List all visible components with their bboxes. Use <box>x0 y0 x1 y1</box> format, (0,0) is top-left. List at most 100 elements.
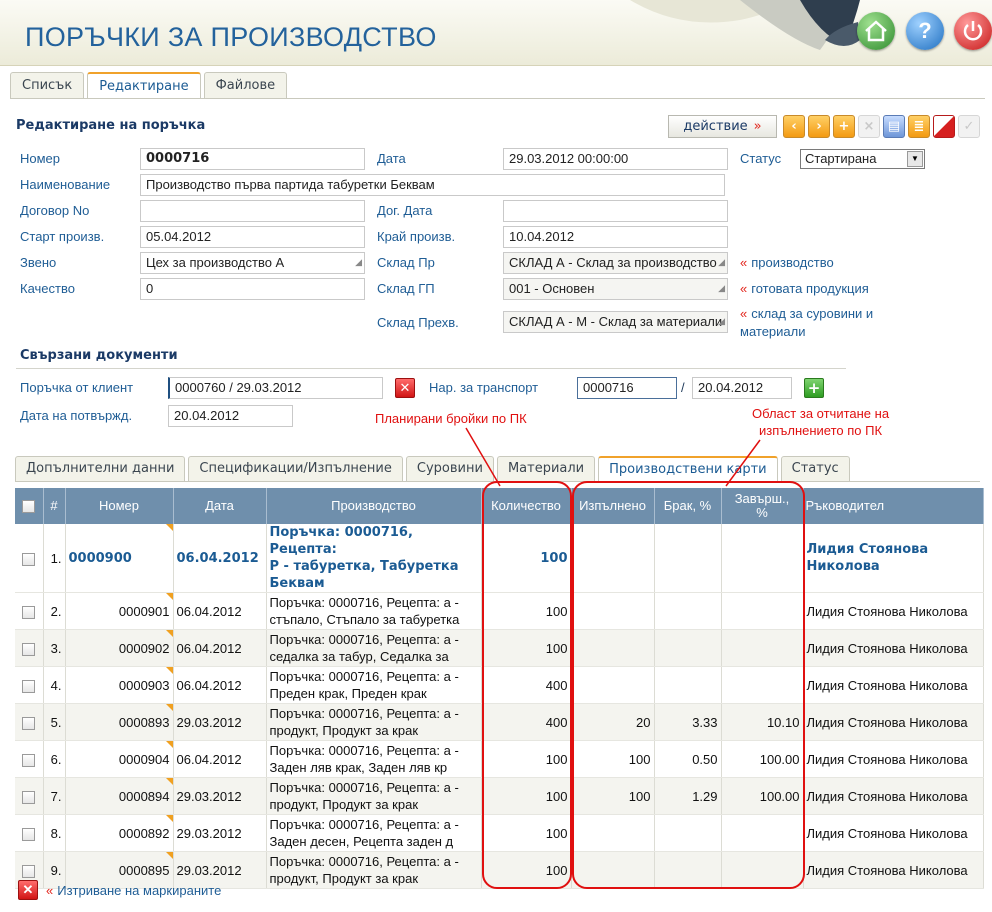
row-nomer[interactable]: 0000904 <box>65 740 174 778</box>
data-field[interactable]: 29.03.2012 00:00:00 <box>503 148 728 170</box>
help-button[interactable]: ? <box>906 12 944 50</box>
row-nomer-link[interactable]: 0000892 <box>119 826 170 841</box>
table-row[interactable]: 7. 0000894 29.03.2012 Поръчка: 0000716, … <box>15 777 984 815</box>
row-brak <box>654 666 722 704</box>
row-nomer[interactable]: 0000894 <box>65 777 174 815</box>
home-button[interactable] <box>857 12 895 50</box>
transport-date-field[interactable]: 20.04.2012 <box>692 377 792 399</box>
transport-number-field[interactable]: 0000716 <box>577 377 677 399</box>
col-zavarsh[interactable]: Завърш.,% <box>721 488 804 524</box>
table-row[interactable]: 8. 0000892 29.03.2012 Поръчка: 0000716, … <box>15 814 984 852</box>
col-brak[interactable]: Брак, % <box>654 488 722 524</box>
row-nomer-link[interactable]: 0000902 <box>119 641 170 656</box>
row-checkbox[interactable] <box>22 642 36 656</box>
dogovor-field[interactable] <box>140 200 365 222</box>
row-select[interactable] <box>15 740 44 778</box>
tab-production-cards[interactable]: Производствени карти <box>598 456 778 482</box>
delete-marked-label: Изтриване на маркираните <box>57 882 222 898</box>
select-all-header[interactable] <box>15 488 44 524</box>
table-row[interactable]: 5. 0000893 29.03.2012 Поръчка: 0000716, … <box>15 703 984 741</box>
row-nomer-link[interactable]: 0000903 <box>119 678 170 693</box>
row-nomer-link[interactable]: 0000904 <box>119 752 170 767</box>
table-row[interactable]: 6. 0000904 06.04.2012 Поръчка: 0000716, … <box>15 740 984 778</box>
nomer-field[interactable]: 0000716 <box>140 148 365 170</box>
next-record-button[interactable]: › <box>808 115 830 138</box>
row-select[interactable] <box>15 814 44 852</box>
row-nomer[interactable]: 0000902 <box>65 629 174 667</box>
select-all-checkbox[interactable] <box>22 500 36 514</box>
zveno-field[interactable]: Цех за производство А ◢ <box>140 252 365 274</box>
logout-button[interactable] <box>954 12 992 50</box>
tab-materials[interactable]: Материали <box>496 456 596 481</box>
sklad-gp-field[interactable]: 001 - Основен ◢ <box>503 278 728 300</box>
naimenovanie-field[interactable]: Производство първа партида табуретки Бек… <box>140 174 725 196</box>
add-transport-button[interactable]: + <box>804 378 824 398</box>
row-rakovoditel: Лидия Стоянова Николова <box>803 524 984 593</box>
row-nomer[interactable]: 0000892 <box>65 814 174 852</box>
col-rakovoditel[interactable]: Ръководител <box>803 488 984 524</box>
row-checkbox[interactable] <box>22 827 36 841</box>
tab-files[interactable]: Файлове <box>203 72 288 98</box>
action-button[interactable]: действие » <box>668 115 777 138</box>
row-select[interactable] <box>15 629 44 667</box>
col-izpalneno[interactable]: Изпълнено <box>571 488 655 524</box>
row-nomer-link[interactable]: 0000893 <box>119 715 170 730</box>
prev-record-button[interactable]: ‹ <box>783 115 805 138</box>
row-nomer-link[interactable]: 0000894 <box>119 789 170 804</box>
remove-order-client-button[interactable]: ✕ <box>395 378 415 398</box>
save-button[interactable]: ▤ <box>883 115 905 138</box>
table-row[interactable]: 4. 0000903 06.04.2012 Поръчка: 0000716, … <box>15 666 984 704</box>
proizvodstvo-link[interactable]: «производство <box>740 255 834 270</box>
row-nomer[interactable]: 0000903 <box>65 666 174 704</box>
tab-specifications[interactable]: Спецификации/Изпълнение <box>188 456 403 481</box>
row-select[interactable] <box>15 524 44 593</box>
col-kolichestvo[interactable]: Количество <box>481 488 572 524</box>
col-data[interactable]: Дата <box>173 488 267 524</box>
kachestvo-field[interactable]: 0 <box>140 278 365 300</box>
tab-list[interactable]: Списък <box>10 72 85 98</box>
start-field[interactable]: 05.04.2012 <box>140 226 365 248</box>
row-nomer-link[interactable]: 0000901 <box>119 604 170 619</box>
row-zavarsh <box>721 524 804 593</box>
surovini-materiali-link[interactable]: «склад за суровини и материали <box>740 305 873 341</box>
col-proizvodstvo[interactable]: Производство <box>266 488 482 524</box>
row-checkbox[interactable] <box>22 753 36 767</box>
add-record-button[interactable]: + <box>833 115 855 138</box>
row-checkbox[interactable] <box>22 679 36 693</box>
delete-record-button[interactable]: × <box>858 115 880 138</box>
table-row[interactable]: 2. 0000901 06.04.2012 Поръчка: 0000716, … <box>15 592 984 630</box>
row-select[interactable] <box>15 666 44 704</box>
row-nomer-link[interactable]: 0000900 <box>69 551 132 566</box>
dog-data-field[interactable] <box>503 200 728 222</box>
tab-additional[interactable]: Допълнителни данни <box>15 456 186 481</box>
sklad-prehv-field[interactable]: СКЛАД А - М - Склад за материали ◢ <box>503 311 728 333</box>
confirm-date-field[interactable]: 20.04.2012 <box>168 405 293 427</box>
row-checkbox[interactable] <box>22 716 36 730</box>
row-nomer[interactable]: 0000901 <box>65 592 174 630</box>
col-nomer[interactable]: Номер <box>65 488 174 524</box>
cancel-button[interactable] <box>933 115 955 138</box>
row-nomer[interactable]: 0000900 <box>65 524 174 593</box>
row-checkbox[interactable] <box>22 864 36 878</box>
table-row[interactable]: 3. 0000902 06.04.2012 Поръчка: 0000716, … <box>15 629 984 667</box>
delete-marked-link[interactable]: ✕ «Изтриване на маркираните <box>18 880 221 900</box>
row-select[interactable] <box>15 777 44 815</box>
row-nomer[interactable]: 0000893 <box>65 703 174 741</box>
print-button[interactable]: ≣ <box>908 115 930 138</box>
order-client-field[interactable]: 0000760 / 29.03.2012 <box>168 377 383 399</box>
row-checkbox[interactable] <box>22 552 36 566</box>
kraj-field[interactable]: 10.04.2012 <box>503 226 728 248</box>
row-checkbox[interactable] <box>22 790 36 804</box>
row-select[interactable] <box>15 592 44 630</box>
status-select[interactable]: Стартирана ▼ <box>800 149 925 169</box>
confirm-button[interactable]: ✓ <box>958 115 980 138</box>
tab-status[interactable]: Статус <box>780 456 850 481</box>
table-row[interactable]: 1. 0000900 06.04.2012 Поръчка: 0000716, … <box>15 524 984 593</box>
sklad-pr-field[interactable]: СКЛАД А - Склад за производство ◢ <box>503 252 728 274</box>
gotova-produkcia-link[interactable]: «готовата продукция <box>740 281 869 296</box>
row-checkbox[interactable] <box>22 605 36 619</box>
row-select[interactable] <box>15 703 44 741</box>
tab-edit[interactable]: Редактиране <box>87 72 201 99</box>
row-nomer-link[interactable]: 0000895 <box>119 863 170 878</box>
tab-raw-materials[interactable]: Суровини <box>405 456 494 481</box>
